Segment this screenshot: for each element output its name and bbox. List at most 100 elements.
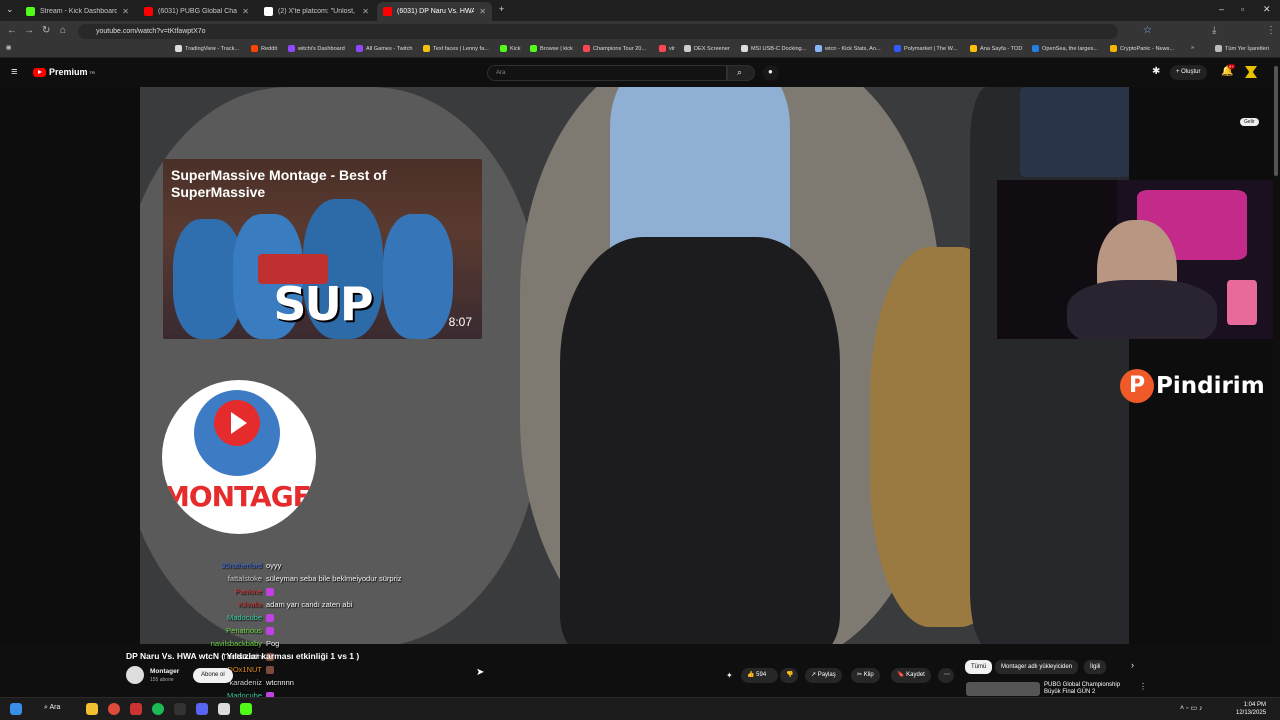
reload-icon[interactable]: ↻: [42, 25, 50, 36]
menu-dots-icon[interactable]: ⋮: [1266, 25, 1276, 36]
spotify-icon[interactable]: [152, 703, 164, 715]
back-icon[interactable]: ←: [7, 25, 17, 36]
avatar[interactable]: [1245, 66, 1257, 78]
close-icon[interactable]: ✕: [362, 7, 369, 16]
clip-button[interactable]: ✂ Klip: [851, 668, 880, 683]
video-title: DP Naru Vs. HWA wtcN ( Yıldızlar karması…: [126, 651, 360, 661]
kick-app-icon[interactable]: [240, 703, 252, 715]
bookmark-witchi[interactable]: witchi's Dashboard: [288, 45, 345, 52]
tab-kick-dashboard[interactable]: Stream - Kick Dashboard ✕: [20, 2, 135, 21]
subscriber-count: 155 abone: [150, 677, 174, 683]
chat-text: wtcnnnn: [266, 678, 294, 687]
bookmark-polymarket[interactable]: Polymarket | The W...: [894, 45, 957, 52]
emote-icon: [266, 627, 274, 636]
windows-start-icon[interactable]: [10, 703, 22, 715]
sponsor-icon: P: [1120, 369, 1154, 403]
tab-active-video[interactable]: (6031) DP Naru Vs. HWA w ✕: [377, 2, 492, 21]
close-icon[interactable]: ✕: [479, 7, 486, 16]
voice-search-button[interactable]: ●: [763, 65, 779, 81]
sparkle-icon[interactable]: ✦: [726, 671, 733, 680]
all-bookmarks[interactable]: Tüm Yer İşaretleri: [1215, 45, 1269, 52]
star-icon[interactable]: ☆: [1143, 25, 1152, 36]
taskbar-search[interactable]: ⌕ Ara: [44, 704, 60, 712]
app-icon[interactable]: [218, 703, 230, 715]
bookmark-browse-kick[interactable]: Browse | kick: [530, 45, 573, 52]
scrollbar-thumb[interactable]: [1274, 66, 1278, 176]
dislike-button[interactable]: 👎: [780, 668, 798, 683]
apps-icon[interactable]: ▦: [6, 45, 11, 51]
minimize-icon[interactable]: –: [1219, 4, 1224, 14]
bookmark-lenny[interactable]: Text faces | Lenny fa...: [423, 45, 489, 52]
save-button[interactable]: 🔖 Kaydet: [891, 668, 931, 683]
tab-search-icon[interactable]: ⌄: [6, 4, 14, 15]
bookmark-kick[interactable]: Kick: [500, 45, 521, 52]
subscribe-button[interactable]: Abone ol: [193, 668, 233, 683]
create-button[interactable]: + Oluştur: [1170, 65, 1207, 80]
tray-icons[interactable]: ˄ ◦ ▭ ♪: [1180, 704, 1203, 712]
terminal-icon[interactable]: [174, 703, 186, 715]
bookmark-dex[interactable]: DEX Screener: [684, 45, 730, 52]
tab-title: (6031) PUBG Global Champ: [158, 8, 237, 15]
bookmark-label: vlr: [669, 45, 675, 52]
close-icon[interactable]: ✕: [122, 7, 129, 16]
download-icon[interactable]: ⤓: [1212, 25, 1216, 36]
forward-icon[interactable]: →: [24, 25, 34, 36]
more-bookmarks-icon[interactable]: »: [1191, 45, 1194, 51]
left-background: [0, 87, 140, 644]
close-icon[interactable]: ✕: [242, 7, 249, 16]
like-count: 594: [756, 672, 767, 678]
discord-icon[interactable]: [196, 703, 208, 715]
app-icon[interactable]: [130, 703, 142, 715]
share-button[interactable]: ↗ Paylaş: [805, 668, 842, 683]
system-clock[interactable]: 1:04 PM 12/13/2025: [1236, 701, 1266, 717]
bookmark-msi[interactable]: MSI USB-C Docking...: [741, 45, 806, 52]
chip-from-uploader[interactable]: Montager adlı yükleyiciden: [995, 660, 1079, 674]
menu-dots-icon[interactable]: ⋮: [1139, 682, 1147, 691]
file-explorer-icon[interactable]: [86, 703, 98, 715]
scrollbar[interactable]: [1273, 62, 1280, 697]
bookmark-label: CryptoPanic - News...: [1120, 45, 1175, 52]
bookmark-label: Kick: [510, 45, 521, 52]
chat-user: navilsbackbaby: [210, 639, 262, 648]
search-button[interactable]: ⌕: [727, 65, 755, 81]
url-input[interactable]: youtube.com/watch?v=tKtfawptX7o: [78, 24, 1118, 39]
emote-icon: [266, 666, 274, 675]
clock-time: 1:04 PM: [1243, 702, 1267, 708]
channel-name[interactable]: Montager: [150, 668, 179, 675]
new-tab-icon[interactable]: +: [499, 4, 504, 14]
bookmark-tod[interactable]: Ana Sayfa - TOD: [970, 45, 1022, 52]
bookmark-label: Polymarket | The W...: [904, 45, 958, 52]
settings-gear-icon[interactable]: ✱: [1152, 66, 1160, 77]
bookmark-tradingview[interactable]: TradingView - Track...: [175, 45, 239, 52]
bookmark-reddit[interactable]: Reddit: [251, 45, 277, 52]
rec-title-line: PUBG Global Championship: [1044, 682, 1121, 688]
notification-badge: 9+: [1228, 64, 1235, 69]
bookmark-twitch[interactable]: All Games - Twitch: [356, 45, 413, 52]
youtube-logo[interactable]: Premium TR: [33, 67, 95, 77]
window-close-icon[interactable]: ✕: [1263, 4, 1271, 15]
chat-message: 35rutherford oyyy: [150, 561, 281, 570]
channel-avatar[interactable]: [126, 666, 144, 684]
bookmark-opensea[interactable]: OpenSea, the larges...: [1032, 45, 1098, 52]
home-icon[interactable]: ⌂: [60, 25, 66, 36]
chrome-icon[interactable]: [108, 703, 120, 715]
recommended-thumbnail[interactable]: [966, 682, 1040, 696]
maximize-icon[interactable]: ▫: [1241, 4, 1244, 14]
more-actions-button[interactable]: ⋯: [938, 668, 954, 683]
x-icon: [264, 7, 273, 16]
chip-all[interactable]: Tümü: [965, 660, 993, 674]
bookmark-cryptopanic[interactable]: CryptoPanic - News...: [1110, 45, 1174, 52]
like-button[interactable]: 👍 594: [741, 668, 778, 683]
tab-pubg[interactable]: (6031) PUBG Global Champ ✕: [138, 2, 255, 21]
chip-related[interactable]: İlgili: [1084, 660, 1107, 674]
tab-x[interactable]: (2) X'te platcom: "Unlost, "Kü ✕: [258, 2, 375, 21]
bookmark-vlr[interactable]: vlr: [659, 45, 675, 52]
bookmark-label: witchi's Dashboard: [298, 45, 345, 52]
save-label: Kaydet: [906, 672, 925, 678]
chevron-right-icon[interactable]: ›: [1131, 660, 1134, 670]
search-input[interactable]: Ara: [487, 65, 727, 81]
recommended-title[interactable]: PUBG Global Championship Büyük Final GÜN …: [1044, 682, 1120, 696]
hamburger-menu-icon[interactable]: ≡: [11, 66, 17, 78]
bookmark-champions[interactable]: Champions Tour 20...: [583, 45, 646, 52]
bookmark-wtcn[interactable]: wtcn - Kick Stats, An...: [815, 45, 881, 52]
